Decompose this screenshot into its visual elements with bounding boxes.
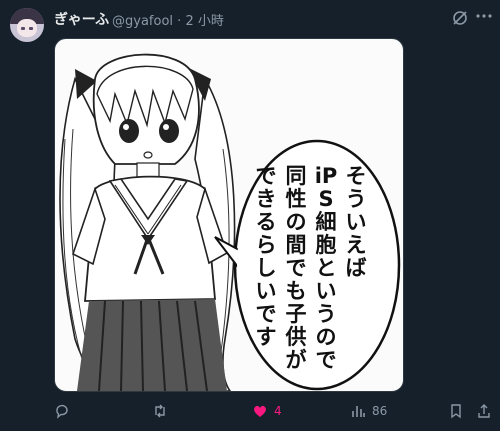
like-button[interactable]: 4 [252, 398, 282, 424]
more-icon[interactable] [474, 4, 494, 24]
reply-icon [56, 404, 68, 419]
grok-icon[interactable] [452, 10, 468, 26]
author-handle[interactable]: @gyafool [112, 14, 173, 29]
reply-button[interactable] [54, 398, 70, 424]
repost-button[interactable] [152, 398, 168, 424]
share-icon [478, 404, 490, 418]
author-name[interactable]: ぎゃーふ [54, 9, 109, 29]
like-count: 4 [274, 404, 282, 418]
avatar-eye-left [21, 27, 25, 30]
views-icon [352, 406, 365, 417]
post-time[interactable]: 2 小時 [185, 14, 223, 29]
repost-icon [155, 404, 165, 418]
post-header: ぎゃーふ @gyafool · 2 小時 [0, 0, 500, 42]
avatar[interactable] [10, 8, 44, 42]
meta-separator: · [177, 14, 182, 29]
heart-icon [254, 405, 266, 417]
post-image[interactable]: そういえば iPS細胞というので 同性の間でも子供が できるらしいです [54, 38, 404, 392]
speech-column-3: 同性の間でも子供が [285, 164, 307, 372]
share-button[interactable] [476, 398, 492, 424]
speech-column-1: そういえば [345, 164, 367, 280]
speech-bubble-text: そういえば iPS細胞というので 同性の間でも子供が できるらしいです [55, 165, 403, 375]
post-actions: 4 86 [0, 398, 500, 424]
avatar-face [17, 19, 37, 37]
views-button[interactable]: 86 [350, 398, 387, 424]
bookmark-icon [451, 404, 461, 419]
speech-column-2: iPS細胞というので [314, 164, 338, 372]
avatar-eye-right [29, 27, 33, 30]
bookmark-button[interactable] [448, 398, 464, 424]
view-count: 86 [372, 404, 388, 418]
post-meta: @gyafool · 2 小時 [112, 10, 224, 29]
speech-column-4: できるらしいです [255, 164, 277, 349]
